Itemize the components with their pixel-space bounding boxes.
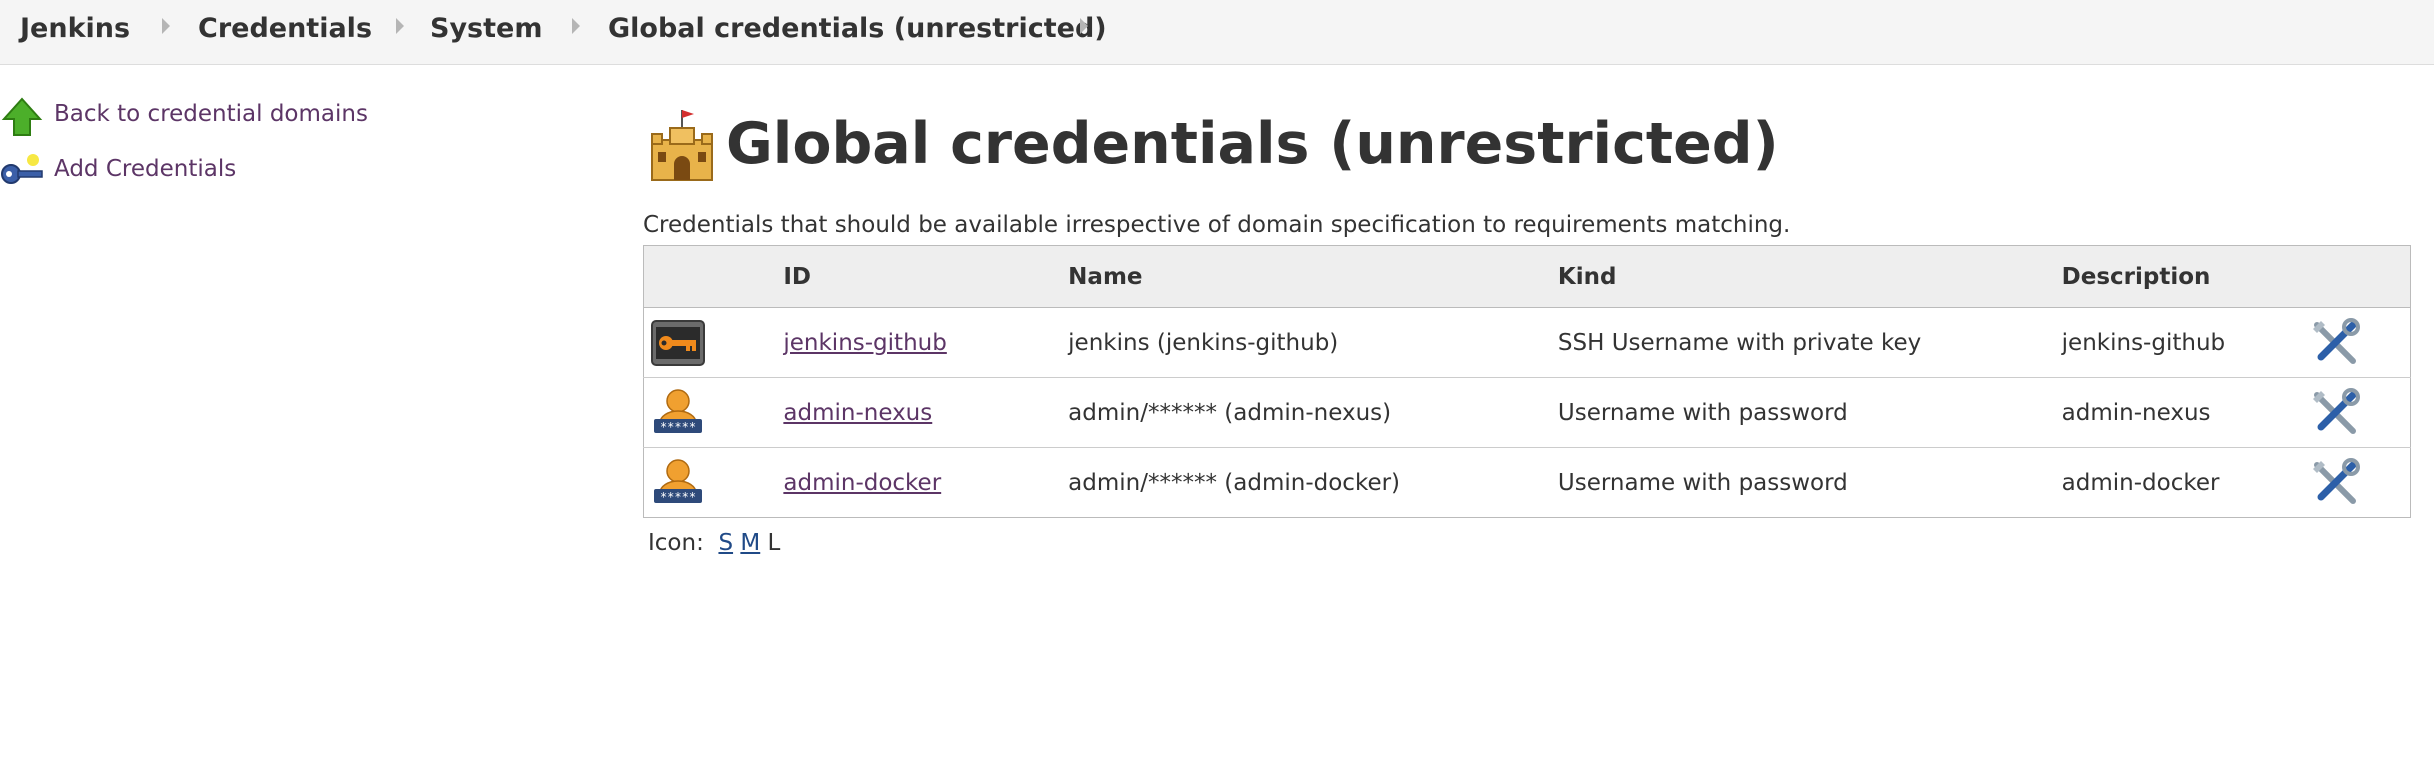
- key-icon: [1, 154, 43, 184]
- header-icon-column: [643, 245, 784, 308]
- credentials-table: ID Name Kind Description jenkins-github: [643, 245, 2411, 518]
- page-title: Global credentials (unrestricted): [726, 111, 1779, 177]
- header-actions: [2306, 245, 2411, 308]
- user-password-icon: *****: [654, 458, 702, 504]
- breadcrumb-jenkins[interactable]: Jenkins: [20, 13, 130, 44]
- ssh-key-icon: [651, 319, 705, 366]
- credential-id-link[interactable]: admin-nexus: [783, 400, 932, 426]
- header-id[interactable]: ID: [783, 245, 1069, 308]
- credential-kind: Username with password: [1557, 377, 2062, 448]
- credential-kind: SSH Username with private key: [1557, 307, 2062, 378]
- table-row: ***** admin-docker admin/****** (admin-d…: [643, 447, 2411, 518]
- breadcrumb-separator-icon[interactable]: [162, 18, 170, 34]
- credential-description: jenkins-github: [2061, 307, 2307, 378]
- configure-tools-icon[interactable]: [2307, 315, 2363, 371]
- credential-description: admin-docker: [2061, 447, 2307, 518]
- credential-name: jenkins (jenkins-github): [1068, 307, 1558, 378]
- breadcrumb-separator-icon[interactable]: [572, 18, 580, 34]
- icon-size-small[interactable]: S: [718, 530, 733, 556]
- icon-size-medium[interactable]: M: [740, 530, 760, 556]
- castle-icon: [651, 110, 713, 181]
- credential-id-link[interactable]: admin-docker: [783, 470, 941, 496]
- table-row: jenkins-github jenkins (jenkins-github) …: [643, 307, 2411, 378]
- table-row: ***** admin-nexus admin/****** (admin-ne…: [643, 377, 2411, 448]
- credential-name: admin/****** (admin-nexus): [1068, 377, 1558, 448]
- breadcrumb-separator-icon[interactable]: [396, 18, 404, 34]
- credential-id-link[interactable]: jenkins-github: [783, 330, 946, 356]
- header-description[interactable]: Description: [2061, 245, 2307, 308]
- user-password-icon: *****: [654, 388, 702, 434]
- icon-size-large: L: [767, 530, 781, 556]
- sidebar-item-label[interactable]: Add Credentials: [54, 156, 236, 182]
- header-kind[interactable]: Kind: [1557, 245, 2062, 308]
- breadcrumb-separator-icon[interactable]: [1080, 18, 1088, 34]
- breadcrumb: Jenkins Credentials System Global creden…: [0, 0, 2434, 65]
- up-arrow-icon: [1, 97, 43, 136]
- icon-size-label: Icon:: [648, 530, 704, 556]
- breadcrumb-global-credentials[interactable]: Global credentials (unrestricted): [608, 13, 1107, 44]
- svg-text:*****: *****: [660, 490, 696, 504]
- sidebar-item-label[interactable]: Back to credential domains: [54, 101, 368, 127]
- credential-description: admin-nexus: [2061, 377, 2307, 448]
- configure-tools-icon[interactable]: [2307, 385, 2363, 441]
- header-name[interactable]: Name: [1068, 245, 1558, 308]
- configure-tools-icon[interactable]: [2307, 455, 2363, 511]
- icon-size-selector: Icon: S M L: [648, 530, 780, 556]
- breadcrumb-system[interactable]: System: [430, 13, 542, 44]
- breadcrumb-credentials[interactable]: Credentials: [198, 13, 372, 44]
- table-header-row: ID Name Kind Description: [643, 245, 2411, 308]
- svg-text:*****: *****: [660, 420, 696, 434]
- credential-kind: Username with password: [1557, 447, 2062, 518]
- page-description: Credentials that should be available irr…: [643, 212, 1791, 238]
- credential-name: admin/****** (admin-docker): [1068, 447, 1558, 518]
